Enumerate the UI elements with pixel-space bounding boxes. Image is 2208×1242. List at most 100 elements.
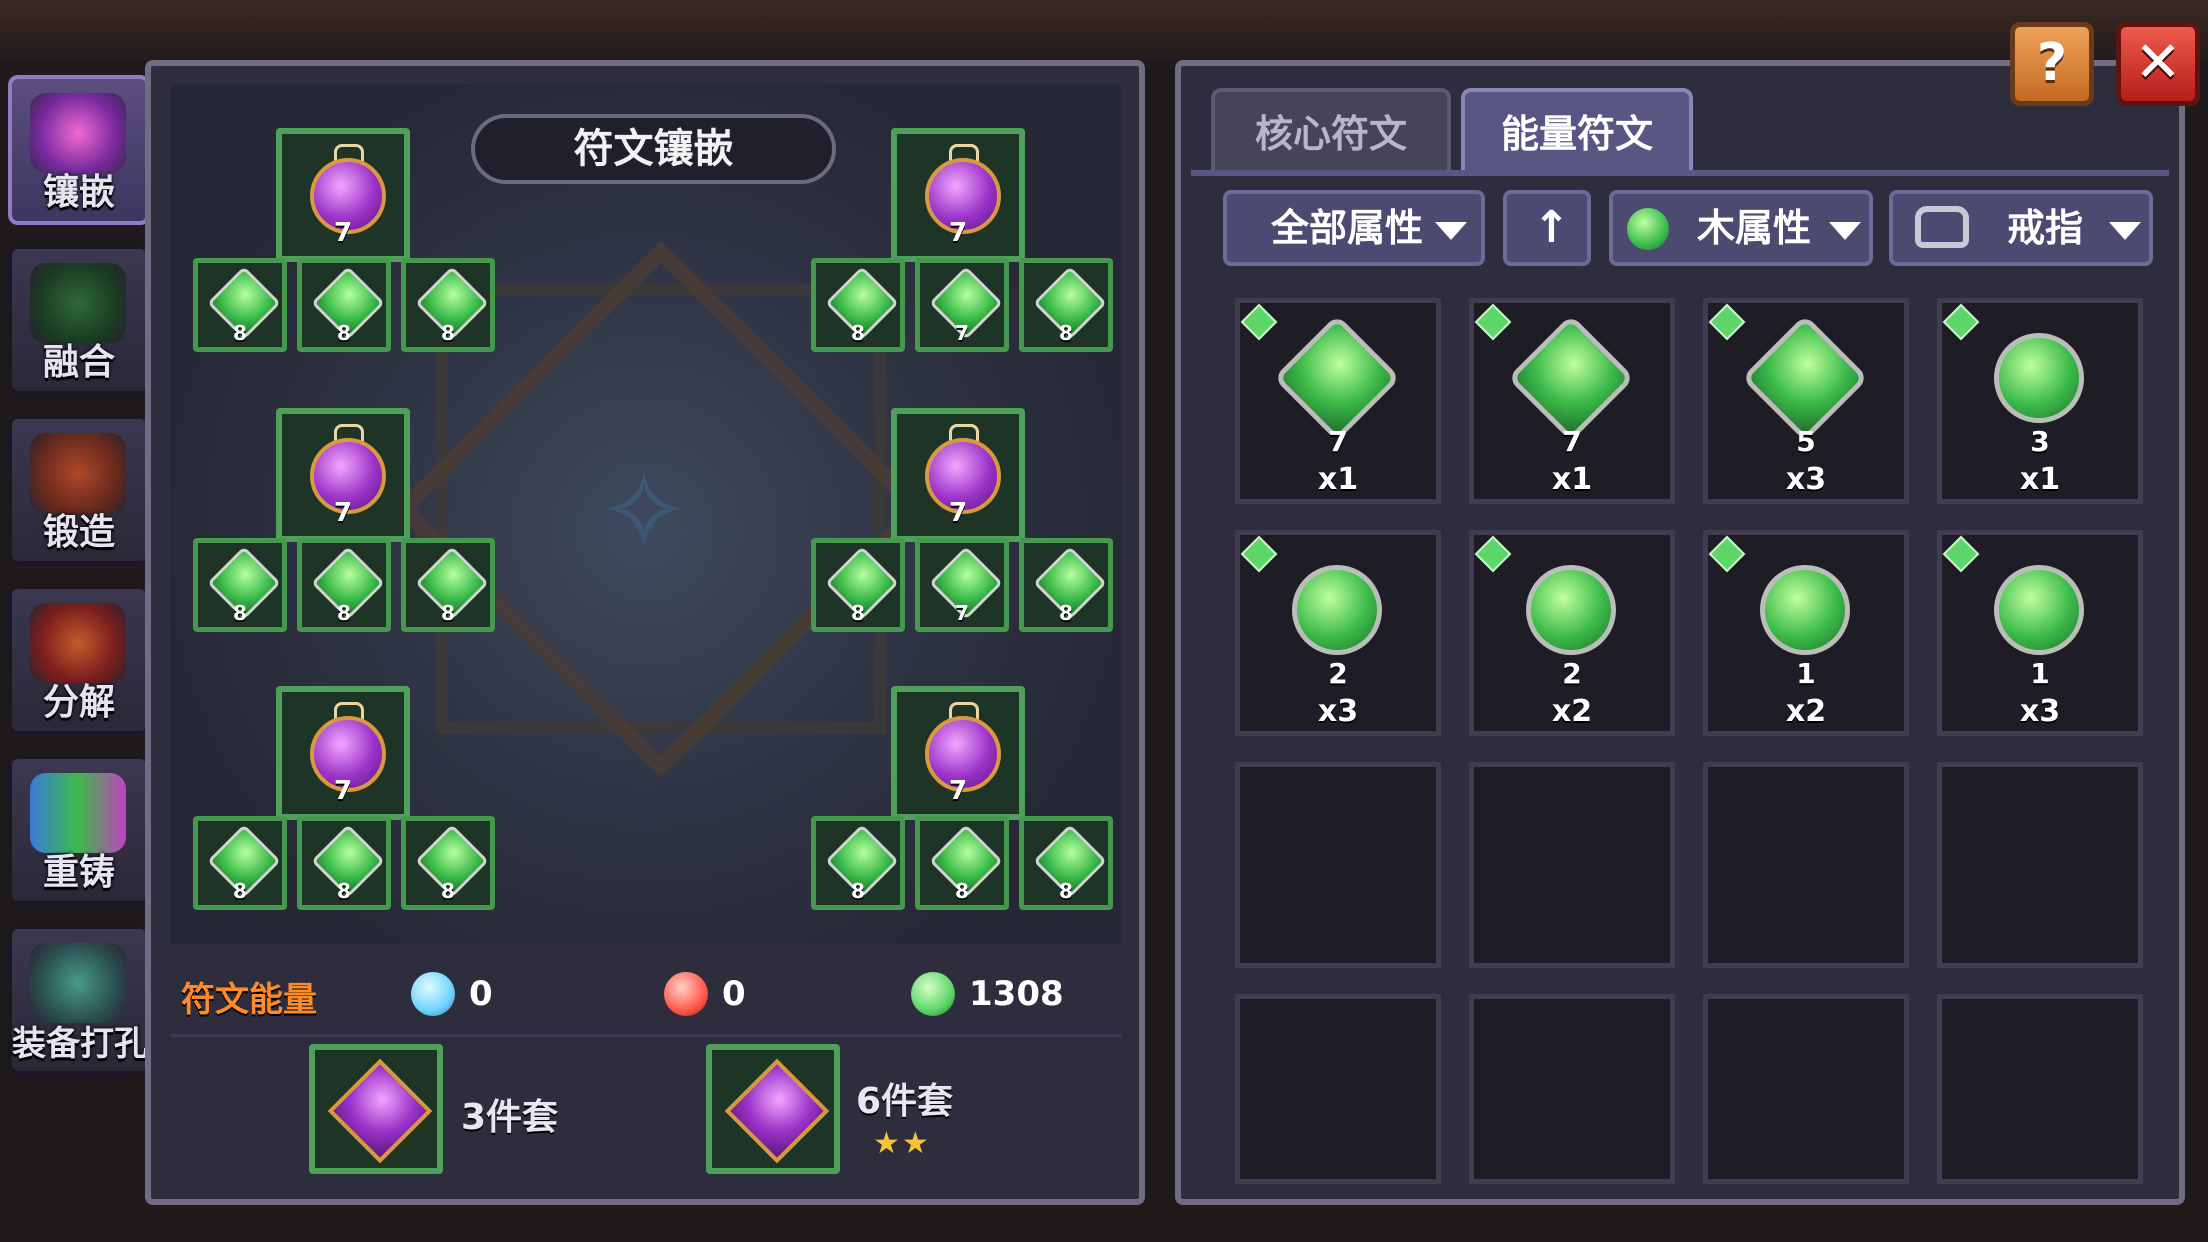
empty-inventory-slot[interactable]	[1235, 762, 1441, 968]
rune-level: 7	[333, 776, 353, 806]
empty-inventory-slot[interactable]	[1235, 994, 1441, 1184]
inventory-item[interactable]: 1 x3	[1937, 530, 2143, 736]
energy-slot[interactable]: 8	[193, 538, 287, 632]
rune-level: 5	[1796, 425, 1816, 458]
help-button[interactable]: ?	[2010, 22, 2094, 106]
rune-level: 8	[1059, 321, 1073, 345]
rune-level: 7	[1562, 425, 1582, 458]
wood-badge-icon	[1474, 535, 1512, 573]
set-3-label: 3件套	[461, 1097, 559, 1138]
nav-fusion[interactable]: 融合	[8, 245, 150, 395]
attribute-filter-dropdown[interactable]: 全部属性	[1223, 190, 1485, 266]
rune-energy-label: 符文能量	[181, 980, 317, 1020]
energy-slot[interactable]: 8	[297, 258, 391, 352]
element-filter-label: 木属性	[1697, 206, 1812, 250]
empty-inventory-slot[interactable]	[1469, 762, 1675, 968]
energy-slot[interactable]: 8	[915, 816, 1009, 910]
fusion-icon	[30, 263, 126, 343]
nav-decompose[interactable]: 分解	[8, 585, 150, 735]
purple-set-rune-icon	[724, 1058, 830, 1164]
inlay-icon	[30, 93, 126, 173]
energy-slot[interactable]: 8	[1019, 816, 1113, 910]
rune-count: x2	[1785, 694, 1827, 729]
nav-inlay-label: 镶嵌	[42, 172, 115, 213]
wood-badge-icon	[1942, 303, 1980, 341]
rune-inventory-panel: 核心符文 能量符文 全部属性 ↑ 木属性 戒指 7 x1 7 x1 5 x3 3…	[1175, 60, 2185, 1205]
core-slot[interactable]: 7	[276, 128, 410, 262]
sort-button[interactable]: ↑	[1503, 190, 1591, 266]
nav-reforge[interactable]: 重铸	[8, 755, 150, 905]
nav-inlay[interactable]: 镶嵌	[8, 75, 150, 225]
inventory-item[interactable]: 2 x3	[1235, 530, 1441, 736]
close-button[interactable]: ✕	[2116, 22, 2200, 106]
rune-board: ✧ 7 7 7 7 7 7 8 8 8 8 7 8 8 8 8 8 7 8 8 …	[171, 84, 1121, 944]
nav-forge[interactable]: 锻造	[8, 415, 150, 565]
panel-title: 符文镶嵌	[471, 114, 836, 184]
wood-badge-icon	[1708, 535, 1746, 573]
rune-count: x1	[1317, 462, 1359, 497]
chevron-down-icon	[2109, 222, 2141, 240]
green-energy-rune-icon	[1994, 333, 2084, 423]
rune-level: 8	[851, 601, 865, 625]
set-bonus-slot[interactable]	[706, 1044, 840, 1174]
energy-slot[interactable]: 8	[401, 258, 495, 352]
rune-level: 7	[1328, 425, 1348, 458]
tab-underline	[1191, 170, 2169, 176]
energy-slot[interactable]: 7	[915, 538, 1009, 632]
energy-slot[interactable]: 8	[193, 816, 287, 910]
inventory-item[interactable]: 5 x3	[1703, 298, 1909, 504]
green-energy-rune-icon	[1273, 314, 1401, 442]
energy-slot[interactable]: 8	[811, 538, 905, 632]
empty-inventory-slot[interactable]	[1703, 762, 1909, 968]
star-rating: ★★	[873, 1126, 931, 1161]
rune-level: 8	[233, 321, 247, 345]
water-rune-icon	[411, 972, 455, 1016]
energy-slot[interactable]: 7	[915, 258, 1009, 352]
core-slot[interactable]: 7	[891, 686, 1025, 820]
energy-slot[interactable]: 8	[193, 258, 287, 352]
energy-slot[interactable]: 8	[297, 816, 391, 910]
inventory-item[interactable]: 2 x2	[1469, 530, 1675, 736]
set-bonus-slot[interactable]	[309, 1044, 443, 1174]
tab-energy-runes[interactable]: 能量符文	[1461, 88, 1693, 172]
core-slot[interactable]: 7	[891, 128, 1025, 262]
green-energy-rune-icon	[1741, 314, 1869, 442]
energy-slot[interactable]: 8	[811, 258, 905, 352]
empty-inventory-slot[interactable]	[1937, 994, 2143, 1184]
inventory-item[interactable]: 7 x1	[1469, 298, 1675, 504]
green-energy-rune-icon	[1760, 565, 1850, 655]
rune-level: 7	[948, 776, 968, 806]
nav-decompose-label: 分解	[42, 682, 115, 723]
rune-level: 7	[333, 498, 353, 528]
energy-slot[interactable]: 8	[401, 538, 495, 632]
rune-level: 8	[337, 321, 351, 345]
core-slot[interactable]: 7	[891, 408, 1025, 542]
inventory-item[interactable]: 3 x1	[1937, 298, 2143, 504]
empty-inventory-slot[interactable]	[1469, 994, 1675, 1184]
water-energy-value: 0	[469, 974, 493, 1014]
nav-socket[interactable]: 装备打孔	[8, 925, 150, 1075]
reforge-icon	[30, 773, 126, 853]
inventory-item[interactable]: 7 x1	[1235, 298, 1441, 504]
energy-slot[interactable]: 8	[1019, 538, 1113, 632]
energy-slot[interactable]: 8	[297, 538, 391, 632]
forge-icon	[30, 433, 126, 513]
core-slot[interactable]: 7	[276, 686, 410, 820]
core-slot[interactable]: 7	[276, 408, 410, 542]
rune-level: 8	[441, 879, 455, 903]
rune-level: 8	[1059, 879, 1073, 903]
rune-level: 8	[233, 879, 247, 903]
empty-inventory-slot[interactable]	[1937, 762, 2143, 968]
sort-arrow-icon: ↑	[1533, 202, 1570, 253]
wood-energy-value: 1308	[969, 974, 1064, 1014]
energy-slot[interactable]: 8	[401, 816, 495, 910]
rune-count: x2	[1551, 694, 1593, 729]
equipment-filter-dropdown[interactable]: 戒指	[1889, 190, 2153, 266]
tab-core-runes[interactable]: 核心符文	[1211, 88, 1451, 172]
energy-slot[interactable]: 8	[1019, 258, 1113, 352]
empty-inventory-slot[interactable]	[1703, 994, 1909, 1184]
inventory-item[interactable]: 1 x2	[1703, 530, 1909, 736]
energy-slot[interactable]: 8	[811, 816, 905, 910]
attribute-filter-label: 全部属性	[1271, 206, 1424, 250]
element-filter-dropdown[interactable]: 木属性	[1609, 190, 1873, 266]
